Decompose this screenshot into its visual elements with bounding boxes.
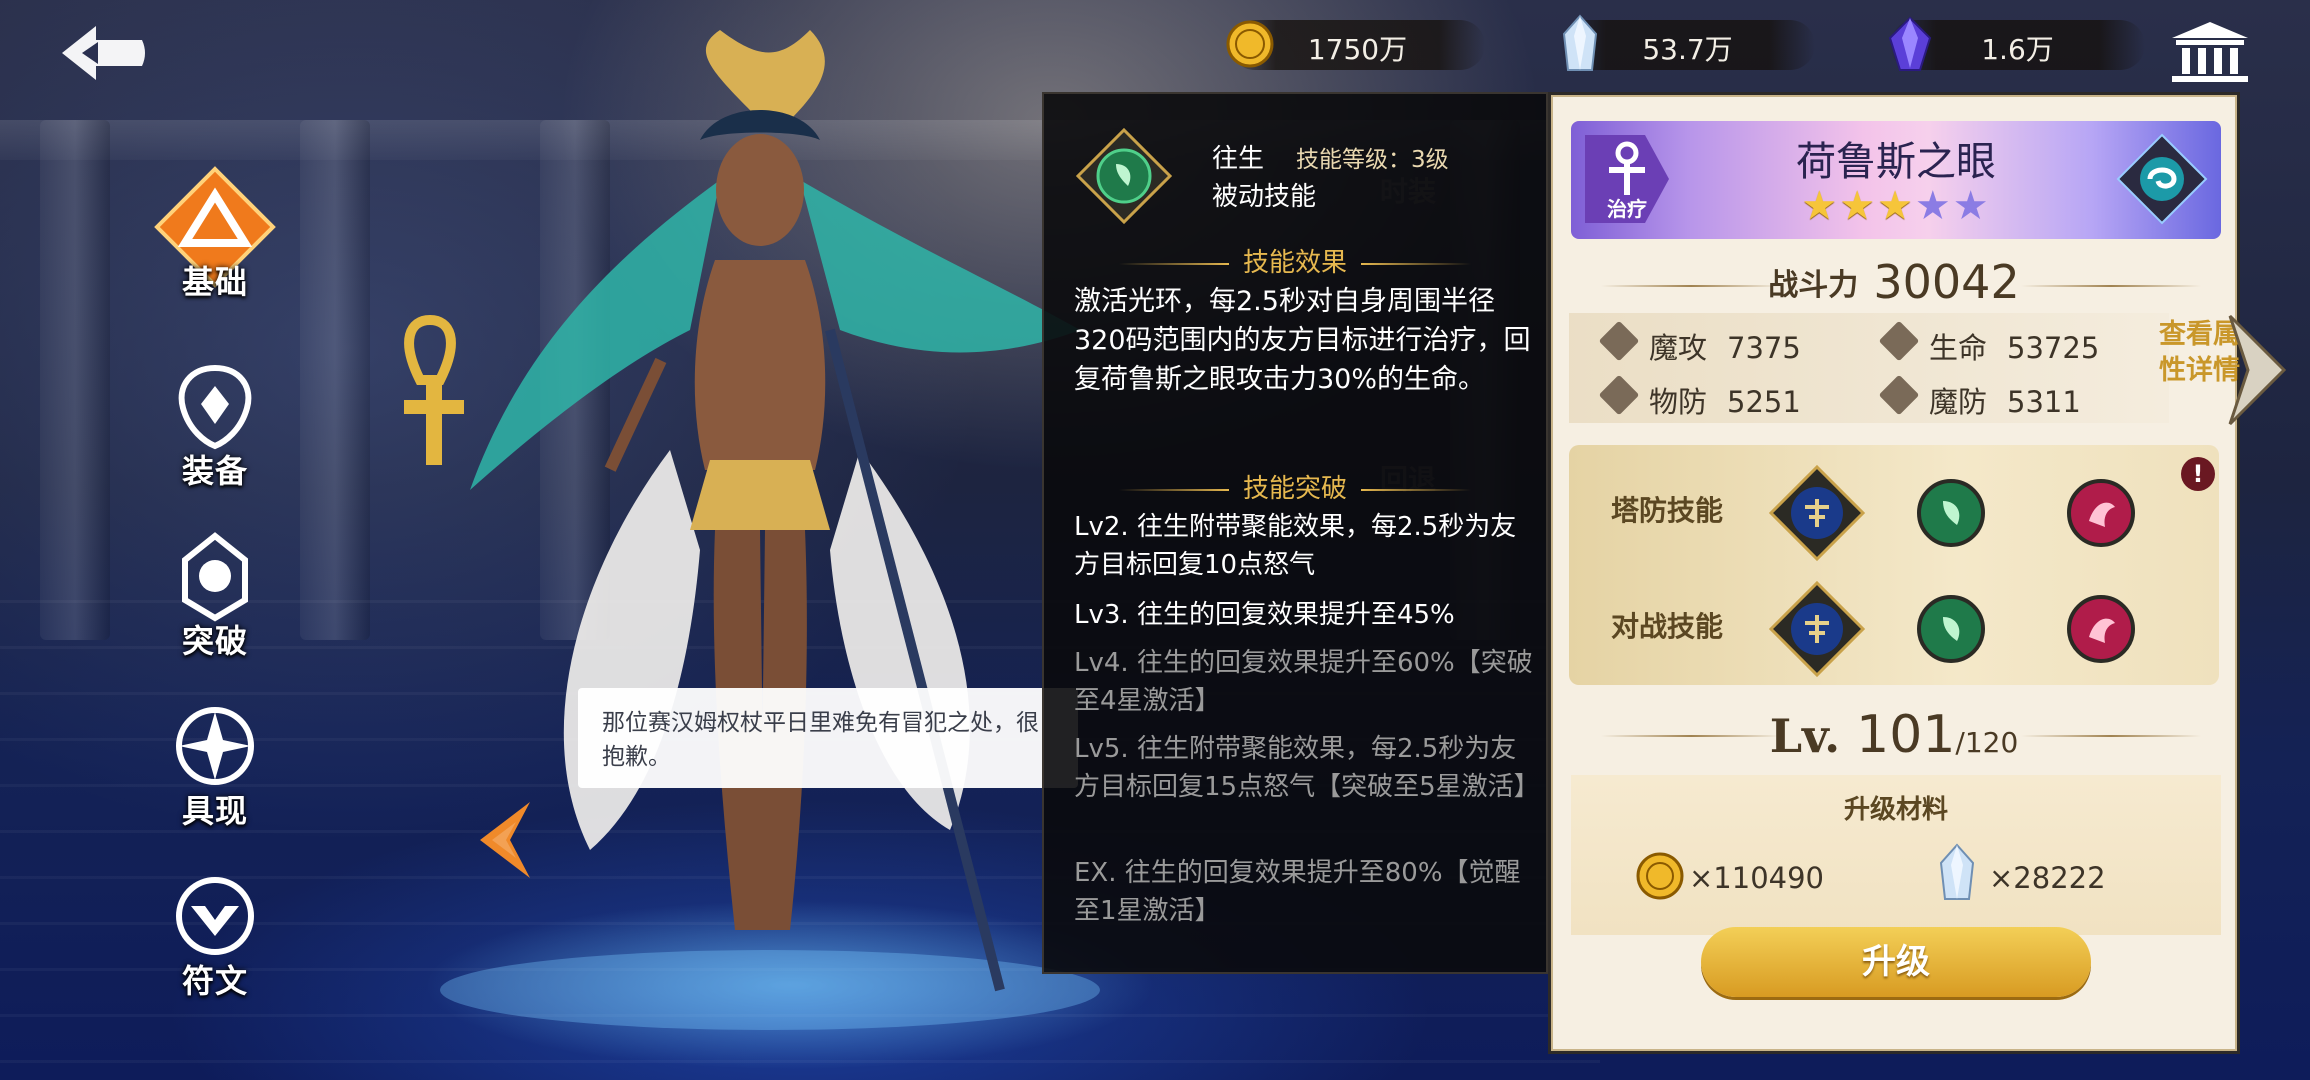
skill-name: 往生 <box>1212 144 1265 174</box>
hero-character-illustration[interactable] <box>360 30 1120 1030</box>
star-empty-icon: ★ <box>1952 183 1991 229</box>
stat-label: 魔防 <box>1929 385 1988 419</box>
crystal-amount: 53.7万 <box>1642 33 1733 66</box>
upgrade-materials: 升级材料 ×110490 ×28222 <box>1571 775 2221 935</box>
skill-break-item: EX. 往生的回复效果提升至80%【觉醒至1星激活】 <box>1074 858 1521 926</box>
skill-break-item: Lv3. 往生的回复效果提升至45% <box>1074 600 1455 630</box>
skill-slot-rebirth-icon[interactable] <box>1915 477 1987 549</box>
hero-dialogue-bubble: 那位赛汉姆权杖平日里难免有冒犯之处，很抱歉。 <box>578 688 1078 788</box>
gem-counter: 1.6万 <box>1888 16 2145 71</box>
skill-break-item: Lv4. 往生的回复效果提升至60%【突破至4星激活】 <box>1074 648 1533 716</box>
health-icon <box>1878 320 1920 362</box>
alert-badge-icon: ! <box>2181 457 2215 491</box>
skill-effect-title: 技能效果 <box>1044 242 1546 279</box>
stat-value: 7375 <box>1727 331 1801 365</box>
water-element-icon <box>2116 133 2208 225</box>
gold-counter: 1750万 <box>1226 20 1485 70</box>
hero-dialogue-text: 那位赛汉姆权杖平日里难免有冒犯之处，很抱歉。 <box>602 710 1039 770</box>
nav-rune-label: 符文 <box>181 962 248 1000</box>
combat-power: 战斗力 30042 <box>1551 255 2237 309</box>
next-page-arrow-icon[interactable] <box>2224 310 2294 430</box>
level-max: /120 <box>1955 726 2019 759</box>
nav-manifest-label: 具现 <box>181 792 248 830</box>
museum-icon[interactable] <box>2170 20 2250 84</box>
level-current: 101 <box>1856 705 1956 765</box>
skill-rebirth-icon <box>1076 128 1172 224</box>
upgrade-button[interactable]: 升级 <box>1701 927 2091 997</box>
stat-magic-attack: 魔攻 7375 <box>1598 320 1801 367</box>
back-arrow-icon[interactable] <box>58 22 148 84</box>
rune-icon <box>176 877 254 955</box>
hero-stats: 魔攻 7375 生命 53725 物防 5251 魔防 5311 <box>1569 313 2169 423</box>
magic-defense-icon <box>1878 374 1920 416</box>
skill-slot-rebirth-icon[interactable] <box>1915 593 1987 665</box>
skill-tooltip: 往生 技能等级：3级 被动技能 技能效果 激活光环，每2.5秒对自身周围半径32… <box>1042 92 1548 974</box>
level-prefix: Lv. <box>1769 709 1841 763</box>
crystal-icon <box>1939 843 1975 900</box>
stat-health: 生命 53725 <box>1878 320 2100 367</box>
star-icon: ★ <box>1839 183 1878 229</box>
background-pillar <box>40 120 110 640</box>
skill-slot-ultimate-icon[interactable] <box>1769 465 1865 561</box>
stat-label: 生命 <box>1929 331 1988 365</box>
star-empty-icon: ★ <box>1914 183 1953 229</box>
skill-slot-crimson-icon[interactable] <box>2065 477 2137 549</box>
stat-value: 53725 <box>2007 331 2100 365</box>
tower-defense-skills-label: 塔防技能 <box>1611 494 1724 527</box>
hero-info-panel: 治疗 荷鲁斯之眼 ★★★★★ 战斗力 30042 魔攻 7375 生命 53725 … <box>1548 92 2240 1054</box>
nav-equipment[interactable]: 装备 <box>165 360 265 492</box>
skill-slot-crimson-icon[interactable] <box>2065 593 2137 665</box>
crystal-counter: 53.7万 <box>1560 14 1815 71</box>
stat-value: 5251 <box>1727 385 1801 419</box>
gold-coin-icon <box>1636 852 1684 900</box>
upgrade-materials-title: 升级材料 <box>1843 795 1948 825</box>
gold-amount: 1750万 <box>1307 33 1408 66</box>
skill-break-title: 技能突破 <box>1044 468 1546 505</box>
star-icon: ★ <box>1877 183 1915 229</box>
stat-label: 物防 <box>1649 385 1708 419</box>
stat-value: 5311 <box>2007 385 2081 419</box>
hero-skills-section: ! 塔防技能 对战技能 <box>1569 445 2219 685</box>
gem-amount: 1.6万 <box>1981 33 2054 66</box>
breakthrough-icon <box>182 532 248 622</box>
gold-cost: ×110490 <box>1689 861 1825 895</box>
stat-physical-defense: 物防 5251 <box>1598 374 1801 421</box>
star-icon: ★ <box>1801 183 1840 229</box>
hero-header: 治疗 荷鲁斯之眼 ★★★★★ <box>1571 121 2221 239</box>
nav-rune[interactable]: 符文 <box>165 870 265 1002</box>
physical-defense-icon <box>1598 374 1640 416</box>
previous-hero-arrow-icon[interactable] <box>470 800 540 880</box>
skill-slot-ultimate-icon[interactable] <box>1769 581 1865 677</box>
nav-breakthrough-label: 突破 <box>181 622 248 660</box>
skill-effect-description: 激活光环，每2.5秒对自身周围半径320码范围内的友方目标进行治疗，回复荷鲁斯之… <box>1074 286 1531 395</box>
magic-attack-icon <box>1598 320 1640 362</box>
skill-type: 被动技能 <box>1212 182 1317 212</box>
manifest-icon <box>176 707 254 785</box>
skill-break-item: Lv2. 往生附带聚能效果，每2.5秒为友方目标回复10点怒气 <box>1074 512 1517 580</box>
nav-equipment-label: 装备 <box>181 452 248 490</box>
equipment-icon <box>178 364 252 450</box>
nav-breakthrough[interactable]: 突破 <box>165 530 265 662</box>
combat-power-label: 战斗力 <box>1768 268 1859 303</box>
crystal-cost: ×28222 <box>1989 861 2106 895</box>
stat-label: 魔攻 <box>1649 331 1708 365</box>
skill-break-item: Lv5. 往生附带聚能效果，每2.5秒为友方目标回复15点怒气【突破至5星激活】 <box>1074 734 1540 802</box>
nav-basic[interactable]: 基础 <box>145 165 285 303</box>
skill-level: 技能等级：3级 <box>1296 147 1449 173</box>
combat-power-value: 30042 <box>1873 255 2020 309</box>
battle-skills-label: 对战技能 <box>1611 610 1724 643</box>
nav-manifest[interactable]: 具现 <box>165 700 265 832</box>
hero-level: Lv. 101/120 <box>1551 705 2237 765</box>
stat-magic-defense: 魔防 5311 <box>1878 374 2081 421</box>
